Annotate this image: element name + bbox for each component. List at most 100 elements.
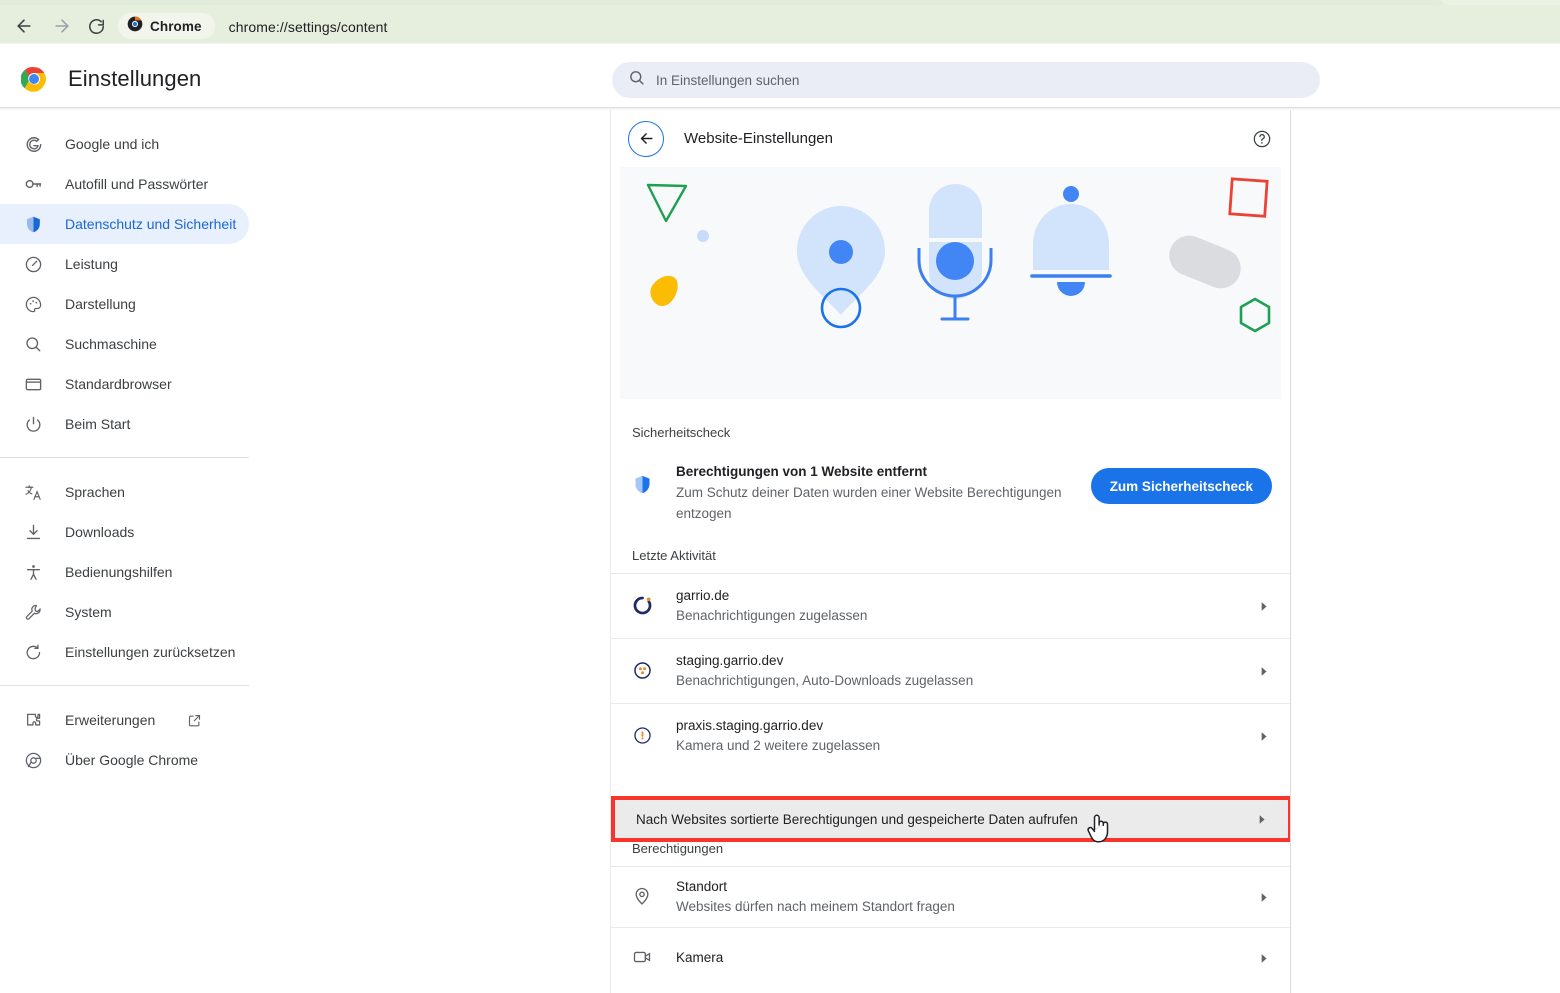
sidebar-item-erweiterungen[interactable]: Erweiterungen xyxy=(0,700,300,740)
sidebar-item-label: Suchmaschine xyxy=(65,336,157,352)
chevron-right-icon[interactable] xyxy=(1257,665,1270,678)
camera-icon xyxy=(632,947,654,969)
sidebar-item-label: Downloads xyxy=(65,524,135,540)
sidebar-item-label: Leistung xyxy=(65,256,118,272)
sidebar-item-sprachen[interactable]: Sprachen xyxy=(0,472,249,512)
sidebar-item-label: Standardbrowser xyxy=(65,376,172,392)
site-settings-illustration xyxy=(620,167,1281,399)
location-pin-icon xyxy=(632,886,654,908)
sidebar-item-standardbrowser[interactable]: Standardbrowser xyxy=(0,364,249,404)
sidebar-item-label: Beim Start xyxy=(65,416,131,432)
chevron-right-icon[interactable] xyxy=(1257,600,1270,613)
browser-toolbar: Chrome chrome://settings/content xyxy=(0,5,1560,43)
location-pin xyxy=(797,206,885,329)
address-bar[interactable]: Chrome chrome://settings/content xyxy=(118,13,388,39)
restore-icon xyxy=(22,641,44,663)
chrome-icon xyxy=(127,16,143,37)
sidebar-divider xyxy=(0,457,249,458)
sidebar-item-downloads[interactable]: Downloads xyxy=(0,512,249,552)
sidebar-item-darstellung[interactable]: Darstellung xyxy=(0,284,249,324)
forward-button[interactable] xyxy=(50,14,74,38)
small-blue-dot xyxy=(697,230,709,242)
sidebar-item-label: Bedienungshilfen xyxy=(65,564,173,580)
reload-button[interactable] xyxy=(84,14,108,38)
permission-row-kamera[interactable]: Kamera xyxy=(611,927,1290,988)
chevron-right-icon[interactable] xyxy=(1255,813,1268,826)
view-permissions-by-site-row[interactable]: Nach Websites sortierte Berechtigungen u… xyxy=(615,800,1288,838)
garrio-ring-favicon xyxy=(632,595,654,617)
chevron-right-icon[interactable] xyxy=(1257,730,1270,743)
garrio-small-favicon xyxy=(632,725,654,747)
security-check-row[interactable]: Berechtigungen von 1 Website entfernt Zu… xyxy=(611,450,1290,524)
yellow-blob xyxy=(650,275,678,307)
site-info: garrio.de Benachrichtigungen zugelassen xyxy=(676,586,1257,626)
open-in-new-icon[interactable] xyxy=(187,713,202,728)
shield-icon xyxy=(632,474,654,496)
view-permissions-by-site-label: Nach Websites sortierte Berechtigungen u… xyxy=(636,811,1078,827)
site-permissions: Kamera und 2 weitere zugelassen xyxy=(676,738,881,753)
list-item[interactable]: staging.garrio.dev Benachrichtigungen, A… xyxy=(611,638,1290,703)
site-settings-card: Website-Einstellungen Sicherheitscheck B… xyxy=(610,110,1291,993)
chrome-circle-icon xyxy=(22,749,44,771)
sidebar-item-beim-start[interactable]: Beim Start xyxy=(0,404,249,444)
key-icon xyxy=(22,173,44,195)
back-button[interactable] xyxy=(12,14,36,38)
power-icon xyxy=(22,413,44,435)
palette-icon xyxy=(22,293,44,315)
bell xyxy=(1030,186,1112,296)
sidebar-item-datenschutz-und-sicherheit[interactable]: Datenschutz und Sicherheit xyxy=(0,204,249,244)
browser-window-icon xyxy=(22,373,44,395)
site-name: garrio.de xyxy=(676,588,730,603)
go-to-security-check-button[interactable]: Zum Sicherheitscheck xyxy=(1090,468,1272,504)
security-check-text: Berechtigungen von 1 Website entfernt Zu… xyxy=(676,454,1091,524)
sidebar-item-bedienungshilfen[interactable]: Bedienungshilfen xyxy=(0,552,249,592)
sidebar-item-label: Darstellung xyxy=(65,296,136,312)
sidebar-item-system[interactable]: System xyxy=(0,592,249,632)
translate-icon xyxy=(22,481,44,503)
permission-row-standort[interactable]: Standort Websites dürfen nach meinem Sta… xyxy=(611,866,1290,927)
microphone xyxy=(917,184,993,321)
sidebar-item-autofill[interactable]: Autofill und Passwörter xyxy=(0,164,249,204)
puzzle-icon xyxy=(22,709,44,731)
list-item[interactable]: praxis.staging.garrio.dev Kamera und 2 w… xyxy=(611,703,1290,768)
card-header: Website-Einstellungen xyxy=(611,110,1290,167)
search-input[interactable]: In Einstellungen suchen xyxy=(612,62,1320,98)
sidebar-item-label: Datenschutz und Sicherheit xyxy=(65,216,237,232)
sidebar-item-suchmaschine[interactable]: Suchmaschine xyxy=(0,324,249,364)
green-triangle xyxy=(646,183,688,223)
list-item[interactable]: garrio.de Benachrichtigungen zugelassen xyxy=(611,573,1290,638)
permission-detail: Websites dürfen nach meinem Standort fra… xyxy=(676,899,955,914)
chrome-settings-window: Chrome chrome://settings/content Einstel… xyxy=(0,0,1560,993)
help-circle-icon[interactable] xyxy=(1252,129,1272,149)
sidebar-item-label: Einstellungen zurücksetzen xyxy=(65,644,236,660)
site-permissions: Benachrichtigungen zugelassen xyxy=(676,608,868,623)
accessibility-icon xyxy=(22,561,44,583)
site-name: praxis.staging.garrio.dev xyxy=(676,718,824,733)
sidebar-item-leistung[interactable]: Leistung xyxy=(0,244,249,284)
settings-sidebar: Google und ich Autofill und Passwörter D… xyxy=(0,110,590,993)
download-icon xyxy=(22,521,44,543)
red-square xyxy=(1228,177,1269,218)
permission-title: Standort xyxy=(676,879,728,894)
sidebar-item-google-und-ich[interactable]: Google und ich xyxy=(0,124,249,164)
security-check-title: Berechtigungen von 1 Website entfernt xyxy=(676,464,928,479)
sidebar-item-einstellungen-zuruecksetzen[interactable]: Einstellungen zurücksetzen xyxy=(0,632,249,672)
grey-capsule xyxy=(1169,235,1241,289)
google-g-icon xyxy=(22,133,44,155)
sidebar-item-ueber-google-chrome[interactable]: Über Google Chrome xyxy=(0,740,249,780)
permission-info: Standort Websites dürfen nach meinem Sta… xyxy=(676,877,1257,917)
chevron-right-icon[interactable] xyxy=(1257,952,1270,965)
back-navigation-button[interactable] xyxy=(628,120,664,157)
sidebar-item-label: Über Google Chrome xyxy=(65,752,199,768)
site-name: staging.garrio.dev xyxy=(676,653,784,668)
permission-title: Kamera xyxy=(676,950,724,965)
garrio-dots-favicon xyxy=(632,660,654,682)
chrome-logo-icon xyxy=(20,66,47,92)
search-icon xyxy=(628,69,645,91)
chevron-right-icon[interactable] xyxy=(1257,891,1270,904)
speedometer-icon xyxy=(22,253,44,275)
chrome-scheme-pill[interactable]: Chrome xyxy=(118,13,215,39)
recent-activity-section-label: Letzte Aktivität xyxy=(632,548,716,563)
sidebar-item-label: System xyxy=(65,604,112,620)
url-text: chrome://settings/content xyxy=(228,19,388,35)
